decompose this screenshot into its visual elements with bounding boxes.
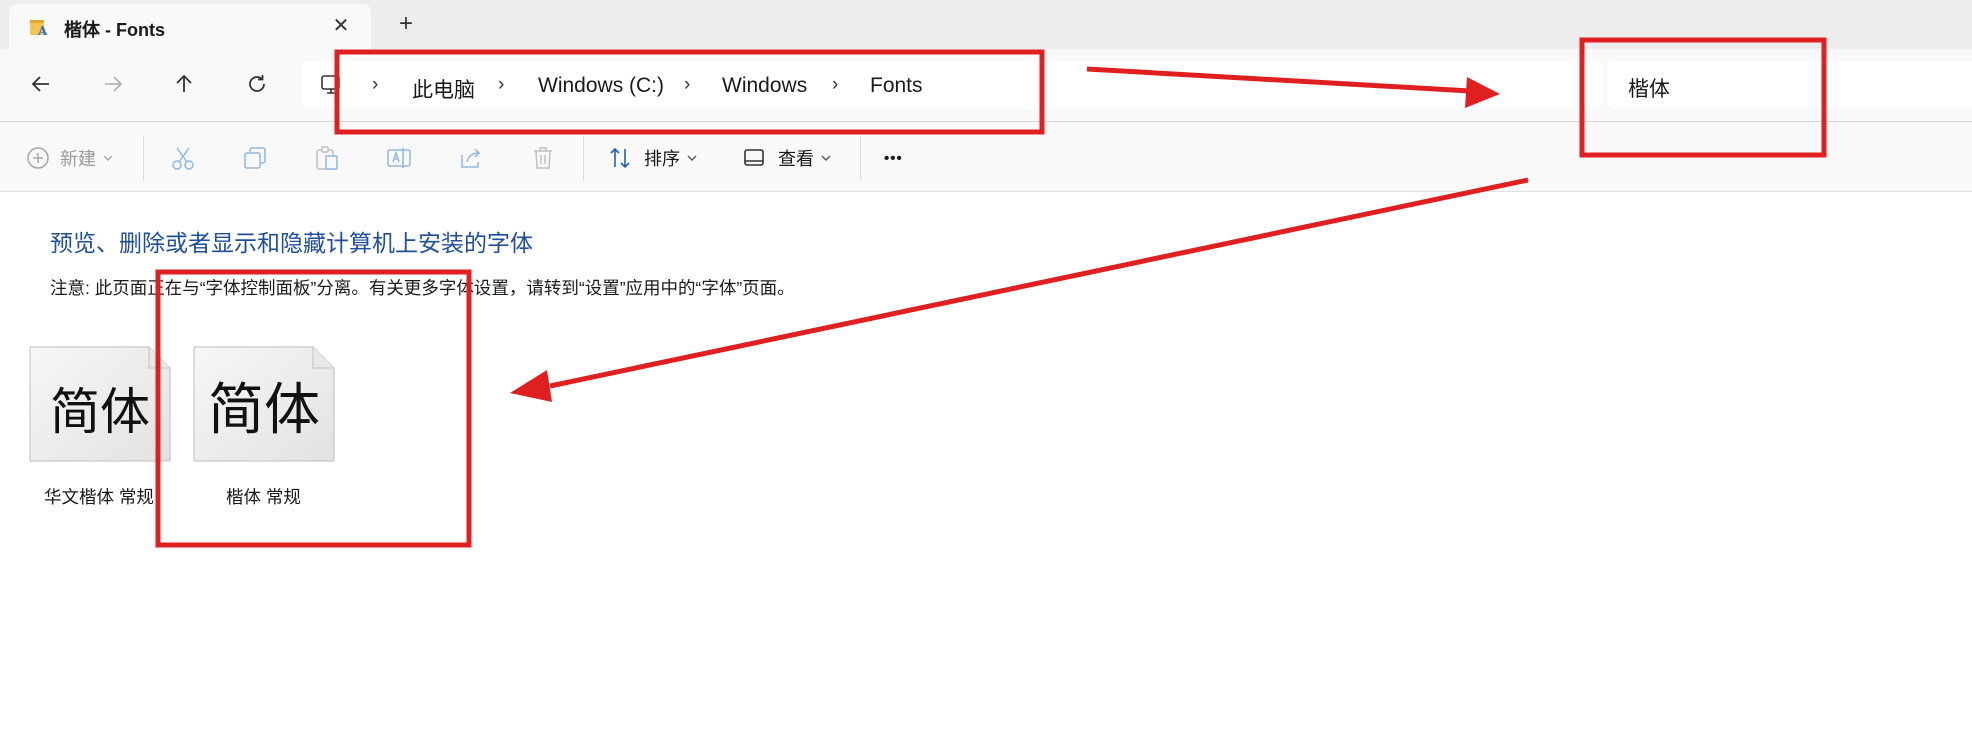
- search-input[interactable]: 楷体: [1628, 73, 1670, 103]
- rename-icon: [387, 148, 411, 168]
- annotation-arrowhead: [510, 370, 552, 402]
- svg-text:A: A: [37, 24, 48, 37]
- more-options-button[interactable]: •••: [884, 144, 903, 172]
- address-bar[interactable]: › 此电脑 › Windows (C:) › Windows › Fonts: [302, 61, 1602, 109]
- new-button[interactable]: 新建: [26, 144, 114, 172]
- font-preview-text: 简体: [208, 378, 320, 443]
- computer-icon: [321, 75, 340, 94]
- search-box[interactable]: 楷体: [1608, 61, 1972, 109]
- sort-label: 排序: [644, 149, 680, 169]
- delete-button[interactable]: [530, 144, 556, 172]
- paste-button[interactable]: [314, 144, 340, 172]
- back-button[interactable]: [24, 67, 58, 101]
- page-note: 注意: 此页面正在与“字体控制面板”分离。有关更多字体设置，请转到“设置”应用中…: [50, 278, 795, 298]
- share-icon: [461, 148, 481, 168]
- navigation-bar: › 此电脑 › Windows (C:) › Windows › Fonts 楷…: [0, 49, 1972, 122]
- view-icon: [744, 149, 764, 166]
- breadcrumb-separator: ›: [832, 74, 839, 95]
- font-name: 华文楷体 常规: [44, 487, 154, 507]
- breadcrumb-this-pc[interactable]: 此电脑: [412, 74, 475, 104]
- command-bar: 新建 排序 查看 •••: [0, 122, 1972, 192]
- refresh-icon: [249, 75, 265, 92]
- trash-icon: [534, 147, 552, 169]
- divider: [860, 136, 861, 180]
- arrow-up-icon: [176, 74, 192, 92]
- cut-button[interactable]: [170, 144, 196, 172]
- chevron-down-icon: [103, 155, 113, 161]
- chevron-down-icon: [821, 155, 831, 161]
- breadcrumb-separator: ›: [498, 74, 505, 95]
- arrow-right-icon: [105, 76, 123, 92]
- tab-title: 楷体 - Fonts: [64, 20, 165, 40]
- title-bar: A 楷体 - Fonts ✕ +: [0, 0, 1972, 50]
- breadcrumb-c-drive[interactable]: Windows (C:): [538, 74, 664, 98]
- forward-button[interactable]: [96, 67, 130, 101]
- plus-circle-icon: [27, 147, 49, 169]
- font-file-icon: 简体: [29, 346, 171, 462]
- new-tab-button[interactable]: +: [394, 12, 418, 36]
- share-button[interactable]: [458, 144, 484, 172]
- view-button[interactable]: 查看: [742, 144, 832, 172]
- arrow-left-icon: [31, 76, 49, 92]
- copy-button[interactable]: [242, 144, 268, 172]
- refresh-button[interactable]: [240, 67, 274, 101]
- page-heading[interactable]: 预览、删除或者显示和隐藏计算机上安装的字体: [50, 224, 533, 258]
- font-folder-icon: A: [30, 20, 48, 37]
- window-tab[interactable]: A 楷体 - Fonts ✕: [9, 4, 371, 50]
- up-button[interactable]: [167, 67, 201, 101]
- new-label: 新建: [60, 149, 96, 169]
- sort-icon: [610, 147, 630, 169]
- divider: [143, 136, 144, 180]
- font-name: 楷体 常规: [226, 487, 301, 507]
- sort-button[interactable]: 排序: [608, 144, 698, 172]
- rename-button[interactable]: [386, 144, 412, 172]
- scissors-icon: [172, 147, 194, 170]
- copy-icon: [244, 147, 266, 169]
- breadcrumb-separator: ›: [372, 74, 379, 95]
- breadcrumb-separator: ›: [684, 74, 691, 95]
- divider: [583, 136, 584, 180]
- close-icon[interactable]: ✕: [329, 14, 353, 38]
- font-file-icon: 简体: [193, 346, 335, 462]
- view-label: 查看: [778, 149, 814, 169]
- breadcrumb-windows[interactable]: Windows: [722, 74, 807, 98]
- font-preview-text: 简体: [50, 383, 150, 441]
- clipboard-icon: [316, 146, 338, 170]
- breadcrumb-fonts[interactable]: Fonts: [870, 74, 923, 98]
- chevron-down-icon: [687, 155, 697, 161]
